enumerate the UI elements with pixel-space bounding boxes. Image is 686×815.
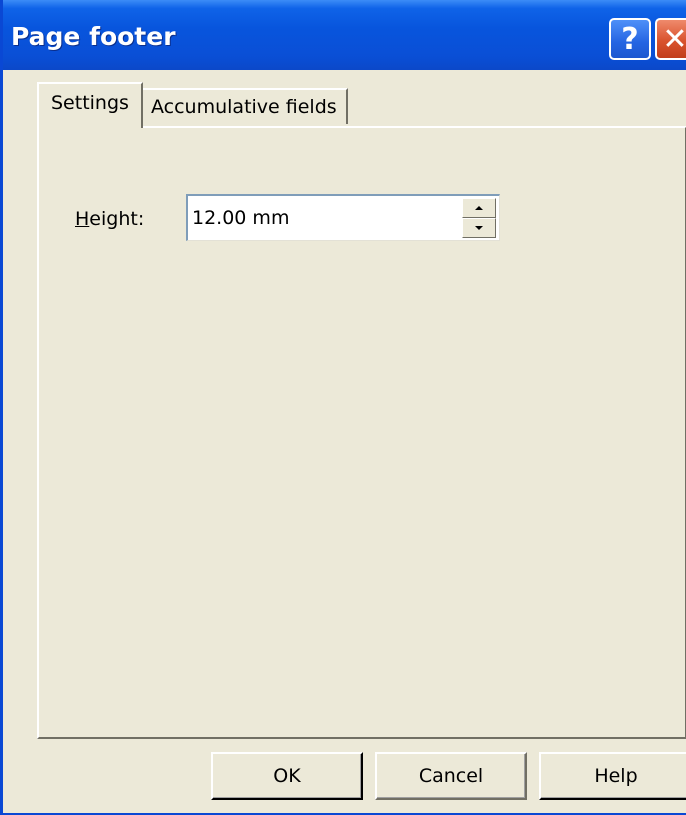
- spin-down-button[interactable]: [462, 218, 496, 238]
- spin-up-arrow-icon: [475, 206, 483, 210]
- dialog-title: Page footer: [11, 22, 176, 51]
- height-label: Height:: [75, 208, 144, 230]
- page-footer-dialog: Page footer ? ✕ Settings Accumulative fi…: [0, 0, 686, 815]
- spin-up-button[interactable]: [462, 198, 496, 218]
- height-label-text: eight:: [89, 208, 145, 230]
- height-input[interactable]: [190, 198, 460, 236]
- title-bar[interactable]: Page footer ? ✕: [3, 0, 686, 70]
- spin-down-arrow-icon: [475, 226, 483, 230]
- help-icon[interactable]: ?: [609, 18, 651, 60]
- tab-accumulative-fields[interactable]: Accumulative fields: [143, 88, 348, 124]
- height-stepper: [186, 194, 500, 241]
- tab-accumulative-fields-label: Accumulative fields: [151, 96, 337, 118]
- cancel-button[interactable]: Cancel: [375, 752, 527, 800]
- height-spin-buttons: [462, 198, 496, 238]
- close-icon[interactable]: ✕: [655, 18, 686, 60]
- tab-settings-label: Settings: [51, 92, 129, 114]
- help-button[interactable]: Help: [539, 752, 686, 800]
- height-label-mnemonic: H: [75, 208, 90, 230]
- ok-button[interactable]: OK: [211, 752, 363, 800]
- tab-settings[interactable]: Settings: [37, 82, 143, 128]
